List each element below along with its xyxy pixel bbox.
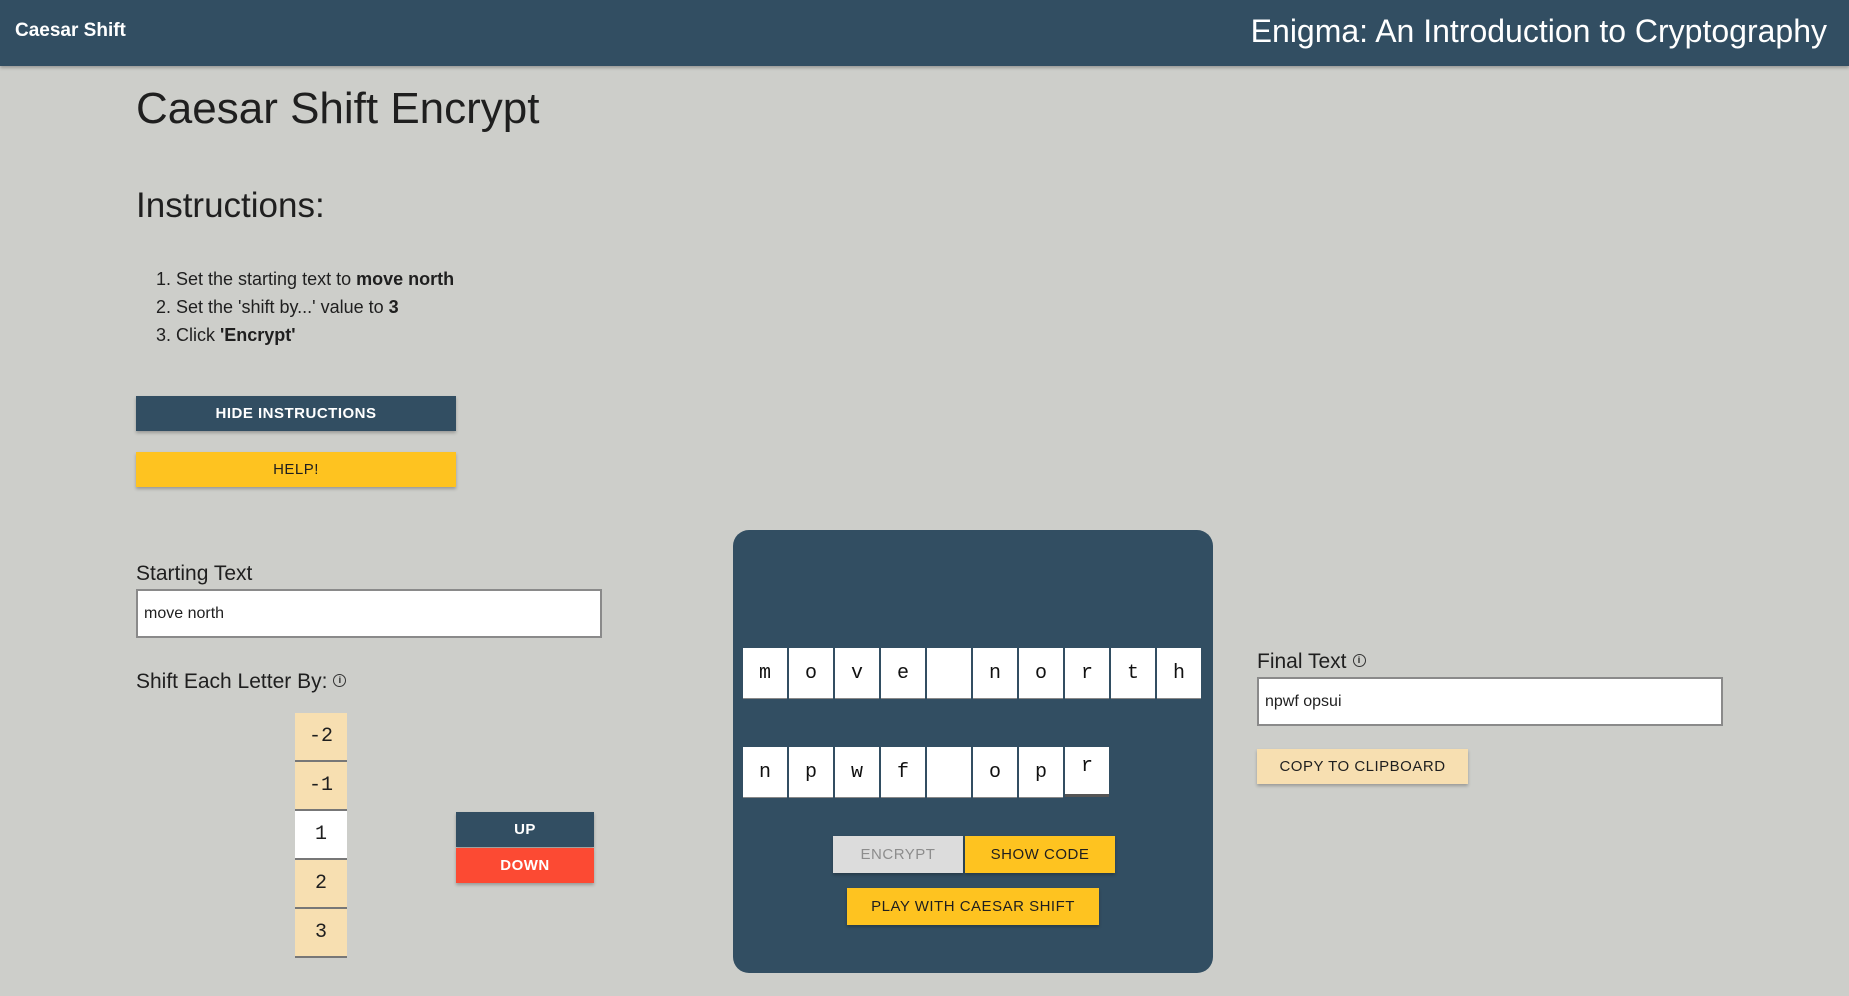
letter-tile: m (743, 648, 787, 699)
encrypt-button[interactable]: ENCRYPT (833, 836, 963, 873)
shift-up-button[interactable]: UP (456, 812, 594, 847)
letter-tile: v (835, 648, 879, 699)
letter-tile: o (973, 747, 1017, 798)
play-caesar-shift-button[interactable]: PLAY WITH CAESAR SHIFT (847, 888, 1099, 925)
letter-tile: f (881, 747, 925, 798)
shift-option[interactable]: -2 (295, 713, 347, 762)
letter-tile: r (1065, 648, 1109, 699)
instruction-step: 2. Set the 'shift by...' value to 3 (156, 297, 399, 317)
page-title: Caesar Shift Encrypt (136, 84, 540, 133)
starting-text-label: Starting Text (136, 562, 253, 585)
instruction-step: 1. Set the starting text to move north (156, 269, 455, 289)
shift-option[interactable]: 2 (295, 860, 347, 909)
letter-tile: p (789, 747, 833, 798)
output-letter-row: n p w f o p r (743, 747, 1111, 798)
letter-tile: t (1111, 648, 1155, 699)
info-icon[interactable]: i (333, 673, 347, 687)
letter-tile: o (789, 648, 833, 699)
letter-tile (927, 747, 971, 798)
letter-tile: n (973, 648, 1017, 699)
brand-link[interactable]: Caesar Shift (15, 20, 126, 42)
letter-tile: w (835, 747, 879, 798)
final-text-label: Final Text i (1257, 650, 1366, 674)
show-code-button[interactable]: SHOW CODE (965, 836, 1115, 873)
instructions-list: 1. Set the starting text to move north 2.… (156, 265, 454, 349)
letter-tile: e (881, 648, 925, 699)
letter-tile: p (1019, 747, 1063, 798)
shift-down-button[interactable]: DOWN (456, 848, 594, 883)
shift-stepper[interactable]: -2 -1 1 2 3 (295, 713, 347, 958)
input-letter-row: m o v e n o r t h (743, 648, 1203, 699)
shift-option[interactable]: 3 (295, 909, 347, 958)
instruction-step: 3. Click 'Encrypt' (156, 325, 296, 345)
letter-tile-current: r (1065, 747, 1109, 797)
help-button[interactable]: HELP! (136, 452, 456, 487)
letter-tile: h (1157, 648, 1201, 699)
top-nav-bar: Caesar Shift Enigma: An Introduction to … (0, 0, 1849, 66)
shift-option-selected[interactable]: 1 (295, 811, 347, 860)
cipher-machine-panel: m o v e n o r t h n p w f o p r ENCRYPT … (733, 530, 1213, 973)
info-icon[interactable]: i (1352, 653, 1366, 667)
letter-tile (927, 648, 971, 699)
starting-text-input[interactable]: move north (136, 589, 602, 638)
instructions-title: Instructions: (136, 186, 325, 225)
hide-instructions-button[interactable]: HIDE INSTRUCTIONS (136, 396, 456, 431)
site-title[interactable]: Enigma: An Introduction to Cryptography (1251, 13, 1827, 50)
letter-tile: o (1019, 648, 1063, 699)
shift-option[interactable]: -1 (295, 762, 347, 811)
copy-to-clipboard-button[interactable]: COPY TO CLIPBOARD (1257, 749, 1468, 784)
final-text-output[interactable]: npwf opsui (1257, 677, 1723, 726)
shift-label: Shift Each Letter By: i (136, 670, 347, 694)
letter-tile: n (743, 747, 787, 798)
